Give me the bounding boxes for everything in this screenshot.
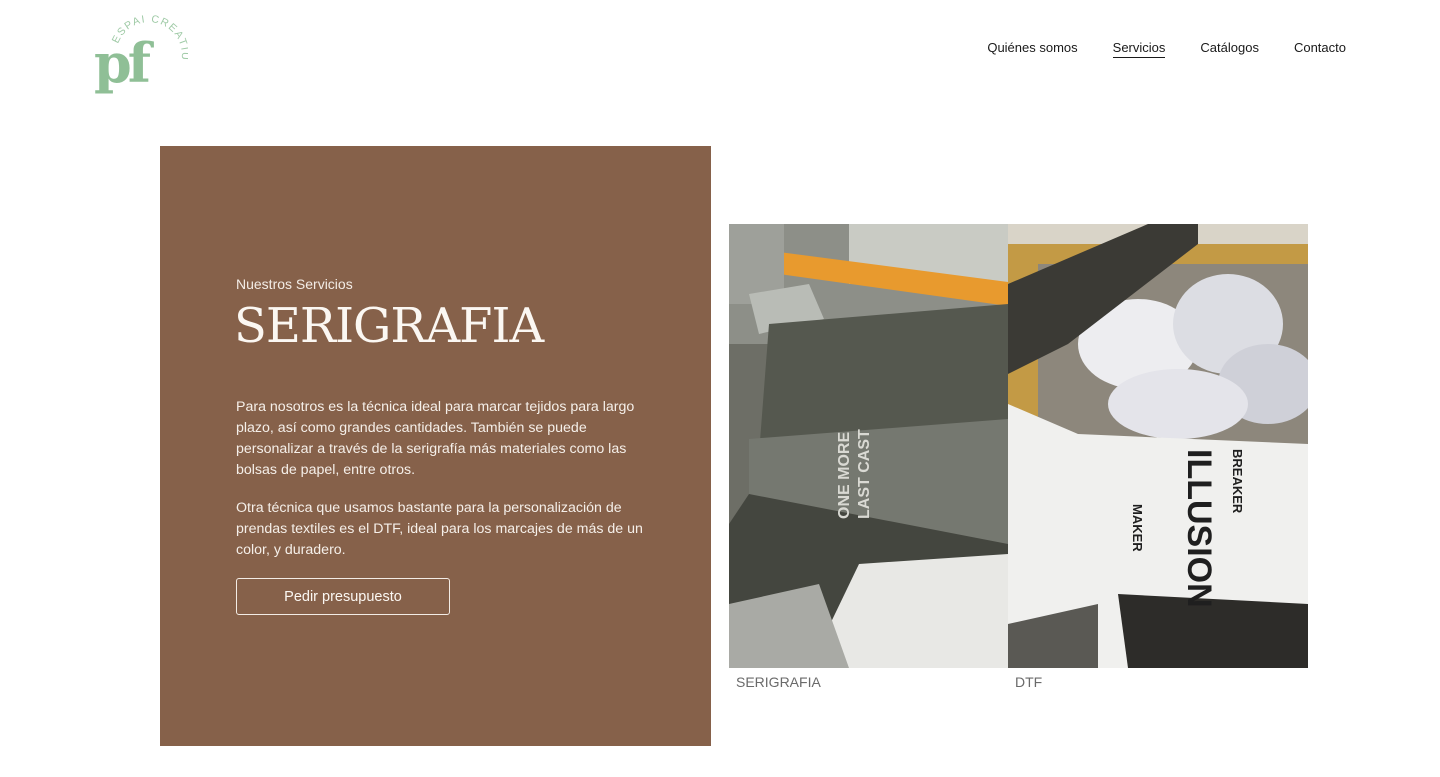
brand-logo[interactable]: ESPAI CREATIU pf	[92, 10, 188, 90]
dtf-photo[interactable]: ILLUSION MAKER BREAKER	[1008, 224, 1308, 668]
description-paragraph-1: Para nosotros es la técnica ideal para m…	[236, 399, 635, 478]
print-text-last-cast: LAST CAST	[856, 429, 873, 519]
gallery-caption-dtf: DTF	[1015, 674, 1043, 690]
request-quote-button[interactable]: Pedir presupuesto	[236, 578, 450, 615]
print-text-maker: MAKER	[1130, 504, 1145, 552]
print-text-breaker: BREAKER	[1230, 449, 1245, 514]
serigrafia-photo[interactable]: ONE MORE LAST CAST	[729, 224, 1008, 668]
nav-item-quienes-somos[interactable]: Quiénes somos	[987, 40, 1077, 58]
description-paragraph-2: Otra técnica que usamos bastante para la…	[236, 500, 643, 558]
main-nav: Quiénes somos Servicios Catálogos Contac…	[987, 40, 1346, 58]
print-text-illusion: ILLUSION	[1180, 449, 1218, 608]
gallery-caption-serigrafia: SERIGRAFIA	[736, 674, 821, 690]
nav-item-servicios[interactable]: Servicios	[1112, 40, 1166, 58]
nav-item-catalogos[interactable]: Catálogos	[1200, 40, 1259, 58]
logo-mark: pf	[94, 31, 151, 95]
nav-item-contacto[interactable]: Contacto	[1294, 40, 1346, 58]
section-eyebrow: Nuestros Servicios	[236, 276, 353, 292]
page-title: SERIGRAFIA	[234, 298, 544, 354]
services-panel: Nuestros Servicios SERIGRAFIA Para nosot…	[160, 146, 711, 746]
print-text-one-more: ONE MORE	[836, 432, 853, 519]
